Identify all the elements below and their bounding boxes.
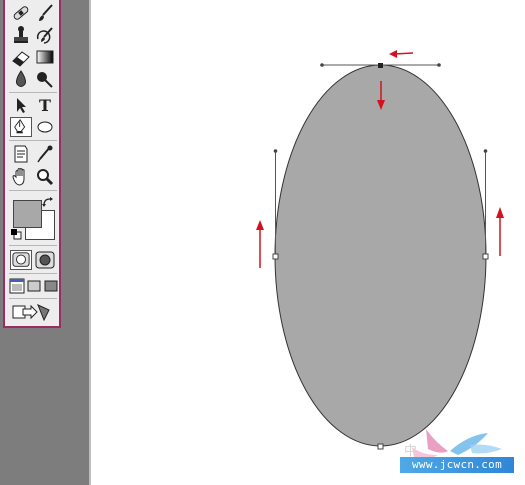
- document-canvas: [256, 50, 504, 450]
- ellipse-shape[interactable]: [274, 64, 487, 447]
- left-handle-point[interactable]: [273, 149, 278, 153]
- arrow-up-icon: [256, 220, 264, 268]
- foreground-color-swatch[interactable]: [13, 200, 42, 228]
- left-anchor-point[interactable]: [272, 253, 279, 260]
- arrow-up-icon: [496, 207, 504, 256]
- top-anchor-point[interactable]: [378, 63, 383, 68]
- bottom-anchor-point[interactable]: [377, 443, 384, 450]
- watermark-url: www.jcwcn.com: [400, 457, 514, 473]
- right-handle-point[interactable]: [483, 149, 488, 153]
- arrow-left-icon: [389, 50, 414, 58]
- top-left-handle-point[interactable]: [320, 63, 324, 67]
- right-anchor-point[interactable]: [482, 253, 489, 260]
- top-right-handle-point[interactable]: [437, 63, 441, 67]
